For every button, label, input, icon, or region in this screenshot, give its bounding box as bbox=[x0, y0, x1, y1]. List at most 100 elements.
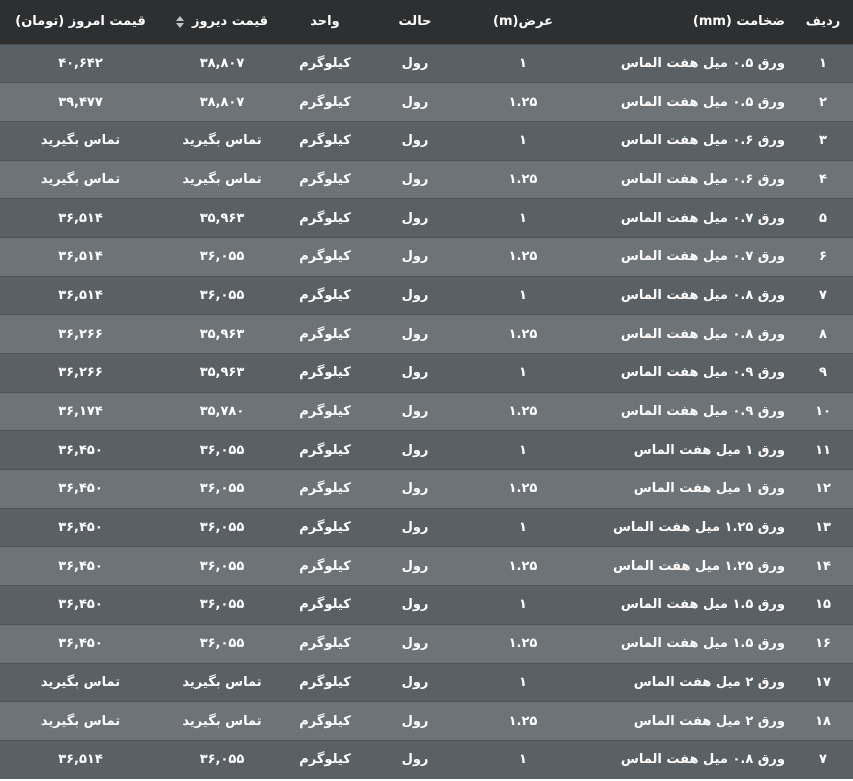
cell-unit: کیلوگرم bbox=[299, 713, 351, 729]
sort-icon[interactable] bbox=[175, 15, 184, 28]
cell-prev-price: ۳۵,۹۶۳ bbox=[199, 326, 245, 342]
cell-state: رول bbox=[401, 55, 429, 71]
cell-unit: کیلوگرم bbox=[299, 133, 351, 149]
table-row: ۹ ورق ۰.۹ میل هفت الماس ۱ رول کیلوگرم ۳۵,۹۶۳ ۳… bbox=[0, 353, 853, 393]
cell-unit: کیلوگرم bbox=[299, 481, 351, 497]
table-row: ۱۷ ورق ۲ میل هفت الماس ۱ رول کیلوگرم تماس بگی… bbox=[0, 663, 853, 702]
table-body: ۱ ورق ۰.۵ میل هفت الماس ۱ رول کیلوگرم ۳۸,۸۰۷ ۴… bbox=[0, 44, 853, 780]
cell-thickness: ورق ۱ میل هفت الماس bbox=[633, 481, 785, 497]
cell-index: ۴ bbox=[819, 171, 827, 187]
cell-thickness: ورق ۱ میل هفت الماس bbox=[633, 442, 785, 458]
table-row: ۴ ورق ۰.۶ میل هفت الماس ۱.۲۵ رول کیلوگرم تماس… bbox=[0, 160, 853, 199]
cell-width: ۱ bbox=[519, 520, 527, 536]
cell-index: ۱۱ bbox=[815, 442, 831, 458]
cell-index: ۱۸ bbox=[815, 713, 831, 729]
price-table: ردیف ضخامت (mm) عرض(m) حالت واحد قیمت دی… bbox=[0, 0, 853, 780]
cell-width: ۱.۲۵ bbox=[508, 326, 538, 342]
cell-state: رول bbox=[401, 636, 429, 652]
cell-prev-price: تماس بگیرید bbox=[182, 713, 262, 729]
cell-index: ۲ bbox=[819, 94, 827, 110]
cell-today-price: ۳۶,۴۵۰ bbox=[58, 481, 103, 497]
cell-width: ۱.۲۵ bbox=[508, 636, 538, 652]
cell-unit: کیلوگرم bbox=[299, 94, 351, 110]
cell-index: ۷ bbox=[819, 287, 827, 303]
cell-state: رول bbox=[401, 481, 429, 497]
cell-thickness: ورق ۲ میل هفت الماس bbox=[633, 713, 785, 729]
column-header-prev-price[interactable]: قیمت دیروز bbox=[161, 0, 283, 44]
cell-today-price: ۳۶,۴۵۰ bbox=[58, 558, 103, 574]
cell-prev-price: ۳۶,۰۵۵ bbox=[199, 752, 245, 768]
table-row: ۵ ورق ۰.۷ میل هفت الماس ۱ رول کیلوگرم ۳۵,۹۶۳ ۳… bbox=[0, 198, 853, 238]
cell-index: ۱۰ bbox=[815, 404, 831, 420]
cell-thickness: ورق ۰.۹ میل هفت الماس bbox=[620, 365, 785, 381]
table-row: ۱۶ ورق ۱.۵ میل هفت الماس ۱.۲۵ رول کیلوگرم ۳۶,… bbox=[0, 624, 853, 663]
cell-today-price: تماس بگیرید bbox=[40, 713, 121, 729]
cell-index: ۱ bbox=[819, 55, 827, 71]
cell-today-price: ۳۶,۵۱۴ bbox=[58, 287, 103, 303]
cell-prev-price: ۳۶,۰۵۵ bbox=[199, 287, 245, 303]
table-row: ۷ ورق ۰.۸ میل هفت الماس ۱ رول کیلوگرم ۳۶,۰۵۵ ۳… bbox=[0, 740, 853, 780]
cell-prev-price: ۳۶,۰۵۵ bbox=[199, 597, 245, 613]
cell-prev-price: ۳۶,۰۵۵ bbox=[199, 636, 245, 652]
cell-prev-price: ۳۶,۰۵۵ bbox=[199, 442, 245, 458]
table-row: ۱ ورق ۰.۵ میل هفت الماس ۱ رول کیلوگرم ۳۸,۸۰۷ ۴… bbox=[0, 44, 853, 83]
cell-thickness: ورق ۰.۸ میل هفت الماس bbox=[620, 752, 785, 768]
cell-state: رول bbox=[401, 597, 429, 613]
table-row: ۸ ورق ۰.۸ میل هفت الماس ۱.۲۵ رول کیلوگرم ۳۵,۹… bbox=[0, 314, 853, 354]
cell-width: ۱ bbox=[519, 210, 527, 226]
cell-today-price: ۳۶,۴۵۰ bbox=[58, 442, 103, 458]
cell-thickness: ورق ۰.۷ میل هفت الماس bbox=[620, 210, 785, 226]
cell-prev-price: تماس بگیرید bbox=[182, 674, 262, 690]
cell-state: رول bbox=[401, 558, 429, 574]
cell-today-price: تماس بگیرید bbox=[40, 171, 121, 187]
cell-state: رول bbox=[401, 210, 429, 226]
table-row: ۲ ورق ۰.۵ میل هفت الماس ۱.۲۵ رول کیلوگرم ۳۸,۸… bbox=[0, 82, 853, 122]
cell-today-price: ۳۶,۵۱۴ bbox=[58, 249, 103, 265]
column-header-today-price: قیمت امروز (تومان) bbox=[15, 14, 146, 30]
cell-index: ۸ bbox=[819, 326, 827, 342]
cell-thickness: ورق ۰.۸ میل هفت الماس bbox=[620, 326, 785, 342]
cell-state: رول bbox=[401, 365, 429, 381]
cell-today-price: تماس بگیرید bbox=[40, 674, 121, 690]
cell-width: ۱.۲۵ bbox=[508, 481, 538, 497]
cell-width: ۱.۲۵ bbox=[508, 404, 538, 420]
cell-thickness: ورق ۱.۲۵ میل هفت الماس bbox=[612, 558, 785, 574]
cell-today-price: ۴۰,۶۴۲ bbox=[58, 55, 103, 71]
cell-state: رول bbox=[401, 674, 429, 690]
cell-width: ۱ bbox=[519, 752, 527, 768]
table-row: ۱۴ ورق ۱.۲۵ میل هفت الماس ۱.۲۵ رول کیلوگرم ۳۶… bbox=[0, 546, 853, 586]
cell-prev-price: ۳۶,۰۵۵ bbox=[199, 249, 245, 265]
cell-width: ۱ bbox=[519, 287, 527, 303]
cell-prev-price: ۳۵,۷۸۰ bbox=[199, 404, 245, 420]
cell-width: ۱.۲۵ bbox=[508, 94, 538, 110]
cell-thickness: ورق ۰.۸ میل هفت الماس bbox=[620, 287, 785, 303]
cell-thickness: ورق ۱.۵ میل هفت الماس bbox=[620, 636, 785, 652]
table-row: ۱۳ ورق ۱.۲۵ میل هفت الماس ۱ رول کیلوگرم ۳۶,۰۵… bbox=[0, 508, 853, 547]
cell-prev-price: ۳۵,۹۶۳ bbox=[199, 210, 245, 226]
cell-thickness: ورق ۰.۵ میل هفت الماس bbox=[620, 94, 785, 110]
column-header-unit: واحد bbox=[310, 14, 340, 30]
cell-unit: کیلوگرم bbox=[299, 752, 351, 768]
cell-today-price: ۳۶,۵۱۴ bbox=[58, 752, 103, 768]
cell-index: ۱۲ bbox=[815, 481, 831, 497]
cell-unit: کیلوگرم bbox=[299, 55, 351, 71]
price-table-container: ردیف ضخامت (mm) عرض(m) حالت واحد قیمت دی… bbox=[0, 0, 853, 781]
cell-unit: کیلوگرم bbox=[299, 597, 351, 613]
cell-index: ۱۳ bbox=[815, 520, 831, 536]
cell-today-price: ۳۶,۲۶۶ bbox=[58, 326, 103, 342]
cell-state: رول bbox=[401, 94, 429, 110]
cell-state: رول bbox=[401, 404, 429, 420]
column-header-index: ردیف bbox=[805, 14, 841, 30]
cell-index: ۹ bbox=[819, 365, 827, 381]
cell-index: ۱۴ bbox=[815, 558, 831, 574]
cell-index: ۱۵ bbox=[815, 597, 831, 613]
cell-prev-price: ۳۸,۸۰۷ bbox=[199, 55, 245, 71]
cell-state: رول bbox=[401, 713, 429, 729]
cell-index: ۷ bbox=[819, 752, 827, 768]
cell-width: ۱ bbox=[519, 55, 527, 71]
cell-unit: کیلوگرم bbox=[299, 365, 351, 381]
cell-width: ۱ bbox=[519, 597, 527, 613]
cell-today-price: ۳۶,۴۵۰ bbox=[58, 597, 103, 613]
cell-index: ۶ bbox=[819, 249, 827, 265]
cell-width: ۱.۲۵ bbox=[508, 249, 538, 265]
